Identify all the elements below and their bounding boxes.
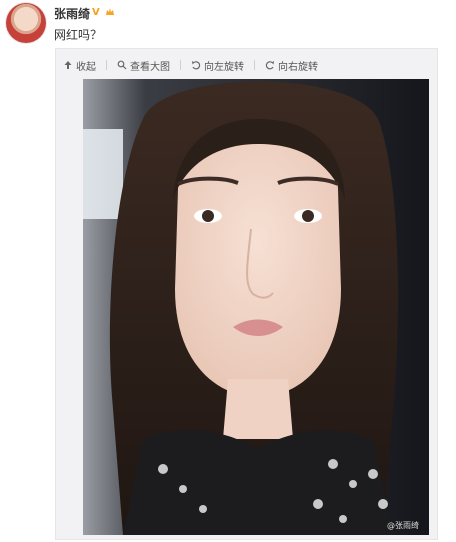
collapse-label: 收起 — [76, 61, 96, 73]
toolbar-separator — [106, 60, 107, 70]
view-large-label: 查看大图 — [130, 61, 170, 73]
rotate-left-button[interactable]: 向左旋转 — [191, 58, 244, 73]
image-toolbar: 收起 查看大图 向左旋转 向右旋转 — [63, 57, 318, 73]
rotate-left-label: 向左旋转 — [204, 61, 244, 73]
rotate-left-icon — [192, 61, 201, 70]
collapse-icon — [64, 61, 72, 69]
portrait-image — [83, 79, 429, 535]
rotate-right-button[interactable]: 向右旋转 — [265, 58, 318, 73]
photo-watermark: @张雨绮 — [387, 521, 419, 530]
search-icon — [117, 60, 127, 70]
avatar[interactable] — [6, 3, 46, 43]
crown-badge-icon — [106, 8, 114, 15]
toolbar-separator — [180, 60, 181, 70]
toolbar-separator — [254, 60, 255, 70]
verified-badge-icon: V — [92, 7, 100, 18]
username[interactable]: 张雨绮 — [54, 5, 90, 22]
collapse-button[interactable]: 收起 — [63, 58, 96, 73]
post-text: 网红吗？ — [54, 28, 103, 42]
post-photo[interactable]: @张雨绮 — [83, 79, 429, 535]
view-large-button[interactable]: 查看大图 — [117, 58, 170, 73]
rotate-right-label: 向右旋转 — [278, 61, 318, 73]
rotate-right-icon — [265, 61, 274, 70]
